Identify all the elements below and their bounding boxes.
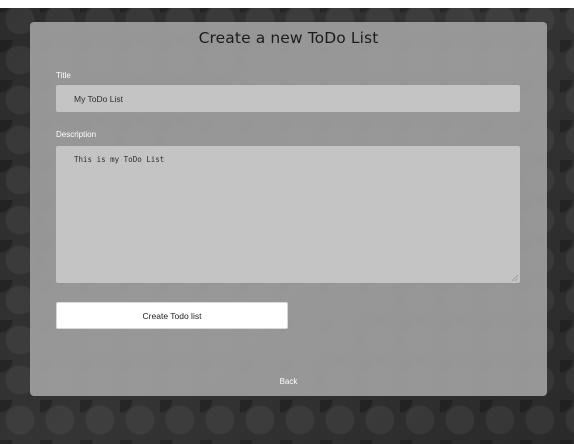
create-todo-list-card: Create a new ToDo List Title Description… [30, 22, 547, 396]
description-label: Description [56, 130, 97, 139]
create-todo-list-button[interactable]: Create Todo list [56, 302, 288, 329]
title-label: Title [56, 71, 71, 80]
resize-grip-icon[interactable] [511, 274, 519, 282]
back-link[interactable]: Back [30, 377, 547, 386]
top-bar [0, 0, 574, 8]
page-title: Create a new ToDo List [198, 29, 379, 47]
description-textarea[interactable]: This is my ToDo List [56, 146, 520, 283]
title-input[interactable] [56, 85, 520, 112]
